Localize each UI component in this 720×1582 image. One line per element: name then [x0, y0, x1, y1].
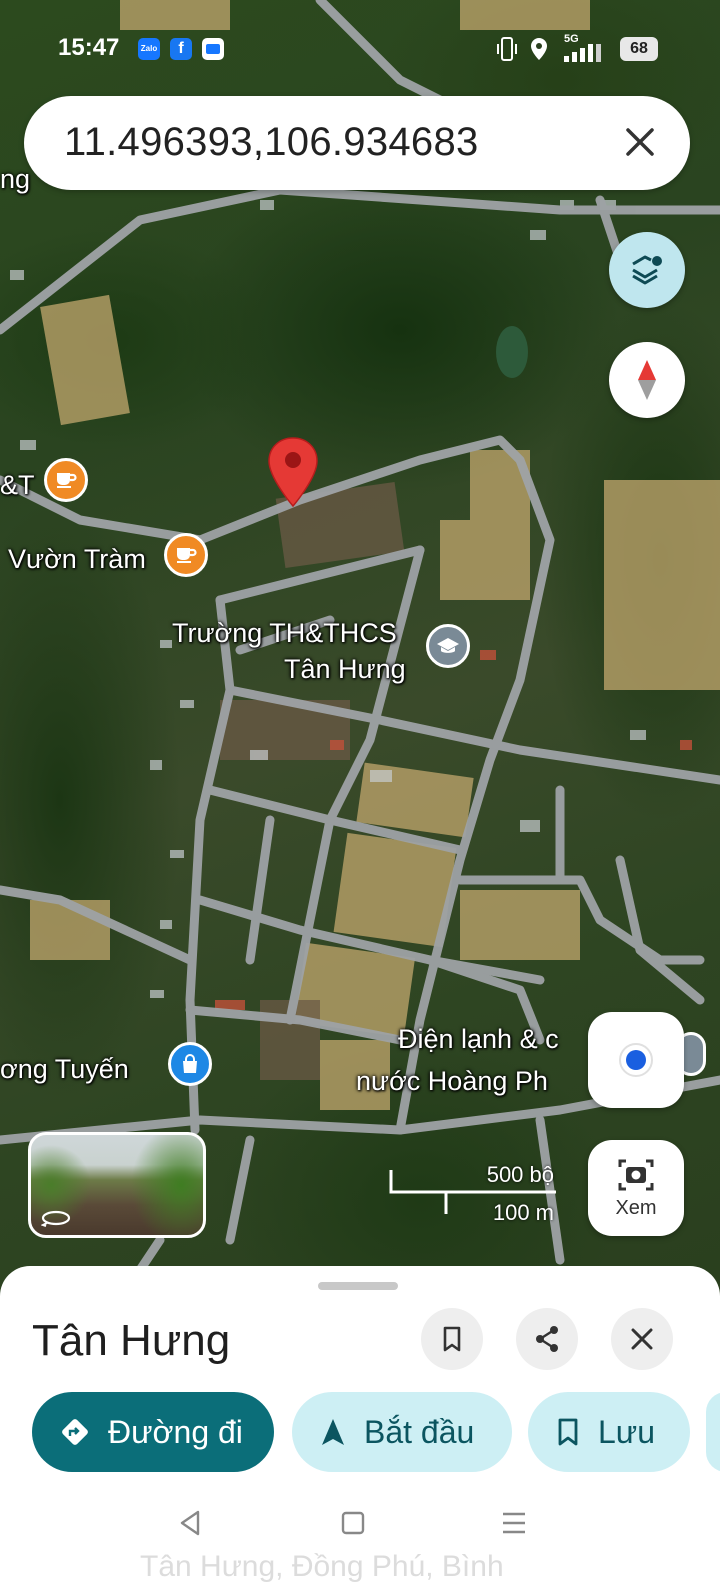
layers-button[interactable] [609, 232, 685, 308]
cafe-icon[interactable] [164, 533, 208, 577]
xem-label: Xem [615, 1196, 657, 1219]
menu-nav-icon[interactable] [500, 1508, 528, 1538]
my-location-button[interactable] [588, 1012, 684, 1108]
signal-icon [564, 44, 601, 62]
back-nav-icon[interactable] [176, 1508, 206, 1538]
map-label-shop[interactable]: ơng Tuyến [0, 1054, 129, 1085]
compass-icon [638, 360, 656, 400]
street-view-thumbnail[interactable] [28, 1132, 206, 1238]
address-ghost-text: Tân Hưng, Đồng Phú, Bình [140, 1550, 504, 1582]
map-label-top: ng [0, 164, 31, 194]
rotate-360-icon [41, 1210, 71, 1227]
bookmark-icon [443, 1326, 461, 1352]
xem-button[interactable]: Xem [588, 1140, 684, 1236]
map-label-school-line2[interactable]: Tân Hưng [284, 654, 406, 685]
my-location-icon [619, 1043, 653, 1077]
map-label-vuon-tram[interactable]: Vườn Tràm [8, 544, 146, 575]
layers-icon [632, 255, 662, 285]
camera-scan-icon [618, 1159, 654, 1190]
directions-button[interactable]: Đường đi [32, 1392, 274, 1472]
map-label-dien-lanh-line1[interactable]: Điện lạnh & c [398, 1024, 559, 1055]
home-nav-icon[interactable] [340, 1508, 366, 1538]
location-status-icon [531, 38, 547, 60]
location-pin-icon[interactable] [266, 436, 320, 508]
battery-indicator: 68 [620, 37, 658, 61]
cafe-icon[interactable] [44, 458, 88, 502]
map-label-school-line1[interactable]: Trường TH&THCS [172, 618, 397, 649]
place-sheet[interactable]: Tân Hưng Đường đi Bắt đầu Lưu Tân Hưng, … [0, 1266, 720, 1582]
scale-metric: 100 m [492, 1200, 554, 1225]
navigation-arrow-icon [322, 1419, 344, 1445]
system-nav-bar: Tân Hưng, Đồng Phú, Bình [0, 1498, 720, 1582]
compass-button[interactable] [609, 342, 685, 418]
sheet-drag-handle[interactable] [318, 1282, 398, 1290]
search-bar[interactable]: 11.496393,106.934683 [24, 96, 690, 190]
save-label: Lưu [598, 1413, 656, 1450]
zalo-icon: Zalo [138, 38, 160, 60]
share-button[interactable] [516, 1308, 578, 1370]
more-chip[interactable] [706, 1392, 720, 1472]
map-label-cafe-left: &T [0, 470, 35, 500]
school-icon[interactable] [426, 624, 470, 668]
directions-icon [62, 1419, 88, 1445]
close-sheet-button[interactable] [611, 1308, 673, 1370]
save-button[interactable]: Lưu [528, 1392, 690, 1472]
place-title: Tân Hưng [32, 1316, 231, 1365]
directions-label: Đường đi [108, 1413, 243, 1450]
messenger-icon [202, 38, 224, 60]
shopping-bag-icon[interactable] [168, 1042, 212, 1086]
bookmark-icon [558, 1418, 578, 1446]
vibrate-icon [497, 37, 517, 61]
start-navigation-button[interactable]: Bắt đầu [292, 1392, 512, 1472]
map-label-dien-lanh-line2[interactable]: nước Hoàng Ph [356, 1066, 548, 1097]
facebook-icon: f [170, 38, 192, 60]
bookmark-button[interactable] [421, 1308, 483, 1370]
status-time: 15:47 [58, 34, 120, 61]
search-input[interactable]: 11.496393,106.934683 [64, 120, 479, 165]
status-bar: 15:47 Zalo f 5G 68 [0, 0, 720, 96]
share-icon [536, 1326, 558, 1352]
start-label: Bắt đầu [364, 1413, 475, 1450]
close-icon[interactable] [620, 122, 660, 162]
scale-bar: 500 bộ 100 m [388, 1162, 558, 1225]
close-icon [631, 1328, 653, 1350]
